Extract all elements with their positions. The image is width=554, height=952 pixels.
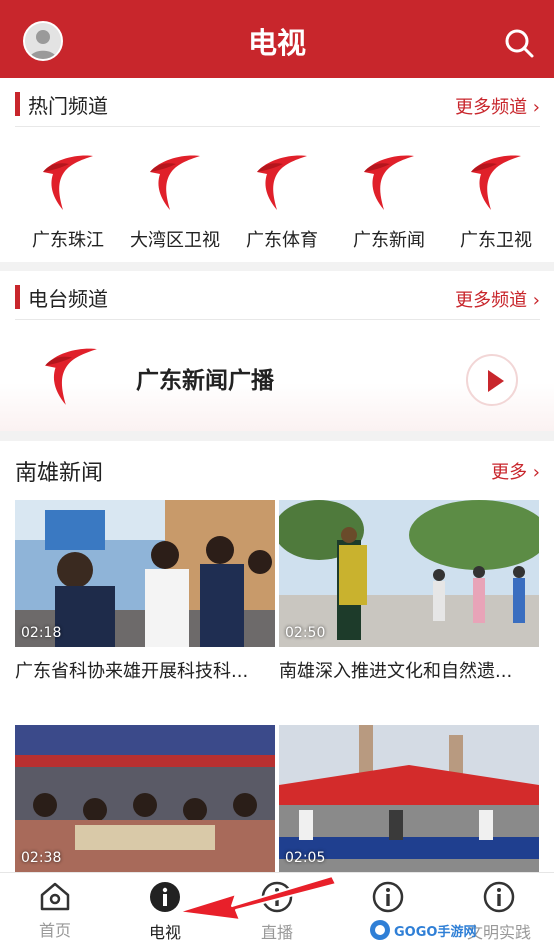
hot-channels-section: 热门频道 更多频道 › 广东珠江 大湾区卫视 广东体育 广东新闻 广东卫视 (0, 78, 554, 262)
radio-channels-title: 电台频道 (28, 287, 108, 311)
video-duration: 02:05 (285, 850, 326, 866)
channel-label: 大湾区卫视 (130, 230, 220, 251)
gdtv-logo-icon (257, 155, 307, 210)
tab-4[interactable] (333, 881, 443, 919)
home-icon (40, 882, 70, 911)
tab-label: 首页 (38, 921, 71, 940)
app-header: 电视 (0, 0, 554, 78)
channel-label: 广东卫视 (460, 230, 532, 251)
channel-label: 广东体育 (246, 230, 318, 251)
svg-text:GOGO手游网: GOGO手游网 (394, 924, 476, 940)
radio-channel-label[interactable]: 广东新闻广播 (136, 361, 274, 395)
tab-label: 电视 (148, 923, 181, 942)
search-icon[interactable] (502, 26, 536, 60)
info-icon (150, 882, 180, 912)
more-radio-link[interactable]: 更多频道 › (455, 286, 540, 312)
radio-channels-section: 电台频道 更多频道 › 广东新闻广播 (0, 271, 554, 431)
page-title: 电视 (247, 26, 306, 60)
video-thumbnail[interactable]: 02:38 (15, 725, 275, 872)
channel-item[interactable]: 广东珠江 (15, 152, 121, 252)
video-thumbnail[interactable]: 02:18 (15, 500, 275, 647)
video-title[interactable]: 广东省科协来雄开展科技科... (15, 657, 277, 683)
tab-label: 直播 (260, 923, 293, 942)
more-channels-link[interactable]: 更多频道 › (455, 93, 540, 119)
divider (15, 126, 540, 127)
channel-label: 广东新闻 (353, 230, 425, 251)
section-marker (15, 285, 20, 309)
tab-live[interactable]: 直播 (222, 881, 332, 943)
video-thumbnail[interactable]: 02:50 (279, 500, 539, 647)
channel-item[interactable]: 广东卫视 (443, 152, 549, 252)
info-icon (483, 881, 515, 913)
gdtv-logo-icon (471, 155, 521, 210)
channel-item[interactable]: 广东体育 (229, 152, 335, 252)
gdtv-logo-icon (150, 155, 200, 210)
section-marker (15, 92, 20, 116)
channel-label: 广东珠江 (32, 230, 104, 251)
channel-item[interactable]: 广东新闻 (336, 152, 442, 252)
info-icon (372, 881, 404, 913)
gdtv-logo-icon (364, 155, 414, 210)
hot-channels-title: 热门频道 (28, 94, 108, 118)
news-section-title: 南雄新闻 (15, 461, 104, 486)
info-icon (261, 881, 293, 913)
tab-home[interactable]: 首页 (0, 881, 110, 941)
video-duration: 02:18 (21, 625, 62, 641)
video-duration: 02:50 (285, 625, 326, 641)
gdtv-logo-icon (43, 155, 93, 210)
play-button[interactable] (466, 354, 518, 406)
video-duration: 02:38 (21, 850, 62, 866)
video-thumbnail[interactable]: 02:05 (279, 725, 539, 872)
channel-item[interactable]: 大湾区卫视 (122, 152, 228, 252)
tab-tv[interactable]: 电视 (110, 881, 220, 943)
divider (15, 319, 540, 320)
watermark: GOGO手游网 (368, 915, 478, 945)
watermark-logo-icon: GOGO手游网 (370, 920, 476, 940)
video-title[interactable]: 南雄深入推进文化和自然遗... (279, 657, 541, 683)
gdtv-logo-icon (45, 348, 97, 405)
more-news-link[interactable]: 更多 › (491, 458, 540, 484)
